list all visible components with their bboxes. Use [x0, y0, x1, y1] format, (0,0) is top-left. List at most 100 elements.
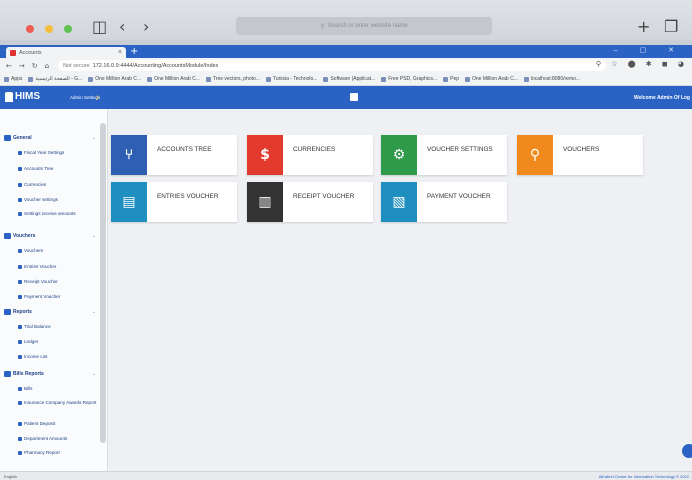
receipt-icon	[18, 280, 22, 284]
card-currencies[interactable]: $ CURRENCIES	[247, 135, 373, 175]
bookmark-item[interactable]: localhost:8080/remo...	[523, 76, 580, 82]
sidebar-item-trial-balance[interactable]: Trial Balance	[18, 324, 98, 330]
bookmark-item[interactable]: Tree vectors, photo...	[205, 76, 260, 82]
address-bar[interactable]: Not secure 172.16.0.9:4444/Accounting/Ac…	[58, 60, 607, 71]
calendar-icon	[18, 151, 22, 155]
sidebar-item-voucher-settings[interactable]: Voucher settings	[18, 197, 98, 203]
url-text: 172.16.0.9:4444/Accounting/AccountsModul…	[92, 62, 219, 69]
card-payment-voucher[interactable]: ▧ PAYMENT VOUCHER	[381, 182, 507, 222]
money-doc-icon: ▧	[381, 182, 417, 222]
bookmark-item[interactable]: One Million Arab C...	[147, 76, 200, 82]
document-icon: ▤	[111, 182, 147, 222]
sidebar-item-payment-voucher[interactable]: Payment Voucher	[18, 294, 98, 300]
minimize-window-dot[interactable]	[45, 25, 53, 33]
card-voucher-settings[interactable]: ⚙ VOUCHER SETTINGS	[381, 135, 507, 175]
bookmarks-bar: Apps الصفحة الرئيسية - G... One Million …	[0, 73, 692, 86]
sidebar-item-currencies[interactable]: Currencies	[18, 182, 98, 188]
money-doc-icon	[18, 295, 22, 299]
menu-grid-icon[interactable]	[350, 93, 358, 101]
welcome-text[interactable]: Welcome Admin Of Log	[634, 95, 690, 101]
back-icon[interactable]: ←	[6, 62, 12, 70]
sidebar-item-pharmacy-report[interactable]: Pharmacy Report	[18, 450, 98, 456]
not-secure-label: Not secure	[63, 62, 90, 69]
sidebar-item-receipt-voucher[interactable]: Receipt Voucher	[18, 279, 98, 285]
tab-accounts[interactable]: Accounts ×	[6, 47, 126, 58]
chevron-down-icon: ⌄	[91, 233, 96, 239]
window-controls[interactable]: – ▢ ✕	[614, 46, 684, 54]
report-icon	[18, 437, 22, 441]
language-selector[interactable]: English	[4, 474, 17, 479]
gears-icon	[18, 198, 22, 202]
card-entries-voucher[interactable]: ▤ ENTRIES VOUCHER	[111, 182, 237, 222]
footer-text: AlKafeel Center for Information Technolo…	[598, 474, 689, 479]
tab-overview-icon[interactable]: ❐	[664, 19, 678, 35]
sidebar-item-ledger[interactable]: Ledger	[18, 339, 98, 345]
section-icon	[4, 371, 11, 377]
report-icon	[18, 422, 22, 426]
safari-search-field[interactable]: ⚲ Search or enter website name	[236, 17, 492, 35]
search-icon: ⚲	[517, 135, 553, 175]
card-receipt-voucher[interactable]: ▥ RECEIPT VOUCHER	[247, 182, 373, 222]
sidebar-section-bills-reports[interactable]: Bills Reports ⌄	[4, 371, 96, 377]
sidebar-section-general[interactable]: General ⌄	[4, 135, 96, 141]
gears-icon: ⚙	[381, 135, 417, 175]
tree-icon: ⑂	[111, 135, 147, 175]
zoom-window-dot[interactable]	[64, 25, 72, 33]
sidebar-item-settings-receive[interactable]: Settings receive amounts	[18, 211, 98, 217]
new-tab-plus-icon[interactable]: +	[637, 19, 650, 35]
card-accounts-tree[interactable]: ⑂ ACCOUNTS TREE	[111, 135, 237, 175]
sidebar-section-vouchers[interactable]: Vouchers ⌄	[4, 233, 96, 239]
card-vouchers[interactable]: ⚲ VOUCHERS	[517, 135, 643, 175]
app-header: HIMS Admin Settings ♪ Welcome Admin Of L…	[0, 86, 692, 109]
balance-icon	[18, 325, 22, 329]
bookmark-item[interactable]: Software (Applicat...	[323, 76, 375, 82]
bookmark-item[interactable]: Free PSD, Graphics...	[381, 76, 437, 82]
sidebar-item-entries-voucher[interactable]: Entries Voucher	[18, 264, 98, 270]
card-label: CURRENCIES	[293, 146, 336, 153]
bookmark-item[interactable]: Apps	[4, 76, 22, 82]
forward-icon[interactable]: →	[19, 62, 25, 70]
bell-icon[interactable]: ♪	[95, 92, 100, 102]
receipt-icon: ▥	[247, 182, 283, 222]
card-label: ENTRIES VOUCHER	[157, 193, 219, 200]
sidebar-item-insurance-report[interactable]: Insurance Company Awards Report	[18, 400, 98, 406]
sidebar-item-department-amounts[interactable]: Department Amounts	[18, 436, 98, 442]
sidebar-scrollbar[interactable]	[100, 123, 106, 443]
sidebar-item-income-list[interactable]: Income List	[18, 354, 98, 360]
chrome-tab-strip: Accounts × + – ▢ ✕	[0, 45, 692, 58]
favicon-icon	[10, 49, 16, 56]
sidebar-section-reports[interactable]: Reports ⌄	[4, 309, 96, 315]
sidebar-toggle-icon[interactable]: ◫	[92, 19, 107, 35]
extension-icons[interactable]: ⚲ ☆ ⬤ ✱ ◼ ◕	[596, 60, 688, 68]
help-chat-button[interactable]	[682, 444, 692, 458]
reload-icon[interactable]: ↻	[32, 62, 38, 70]
status-bar: English AlKafeel Center for Information …	[0, 471, 692, 480]
settings-icon	[18, 212, 22, 216]
chevron-down-icon: ⌄	[91, 135, 96, 141]
main-content: ⑂ ACCOUNTS TREE $ CURRENCIES ⚙ VOUCHER S…	[108, 109, 692, 471]
sidebar-item-vouchers[interactable]: Vouchers	[18, 248, 98, 254]
hospital-icon	[5, 91, 13, 102]
list-icon	[18, 355, 22, 359]
sidebar-item-patient-deposit[interactable]: Patient Deposit	[18, 421, 98, 427]
chart-icon	[18, 340, 22, 344]
bookmark-item[interactable]: Tunisia - Technolo...	[265, 76, 317, 82]
report-icon	[18, 451, 22, 455]
card-label: VOUCHERS	[563, 146, 600, 153]
new-tab-icon[interactable]: +	[130, 46, 138, 57]
sidebar-item-bills[interactable]: Bills	[18, 386, 98, 392]
sidebar-item-fiscal-year[interactable]: Fiscal Year Settings	[18, 150, 98, 156]
back-arrow-icon[interactable]: ‹	[119, 19, 125, 35]
bookmark-item[interactable]: One Million Arab C...	[88, 76, 141, 82]
bookmark-item[interactable]: Pep	[443, 76, 459, 82]
home-icon[interactable]: ⌂	[45, 62, 49, 70]
close-tab-icon[interactable]: ×	[118, 49, 122, 56]
forward-arrow-icon[interactable]: ›	[143, 19, 149, 35]
card-label: VOUCHER SETTINGS	[427, 146, 493, 153]
hims-logo[interactable]: HIMS	[5, 91, 40, 102]
bookmark-item[interactable]: One Million Arab C...	[465, 76, 518, 82]
card-label: ACCOUNTS TREE	[157, 146, 212, 153]
sidebar-item-accounts-tree[interactable]: Accounts Tree	[18, 166, 98, 172]
close-window-dot[interactable]	[26, 25, 34, 33]
bookmark-item[interactable]: الصفحة الرئيسية - G...	[28, 76, 82, 82]
